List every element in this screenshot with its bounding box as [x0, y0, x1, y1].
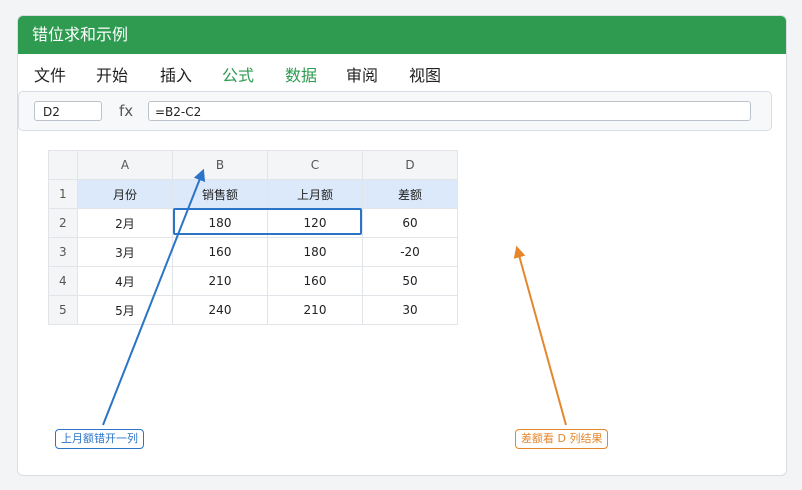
callout-shifted-column: 上月额错开一列: [55, 429, 144, 449]
annotation-arrows: [102, 168, 567, 426]
spreadsheet-window: 错位求和示例 文件 开始 插入 公式 数据 审阅 视图 D2 fx =B2-C2…: [17, 15, 787, 476]
blue-arrow: [102, 168, 206, 426]
callout-difference-result: 差额看 D 列结果: [515, 429, 609, 449]
orange-arrow: [513, 245, 567, 426]
